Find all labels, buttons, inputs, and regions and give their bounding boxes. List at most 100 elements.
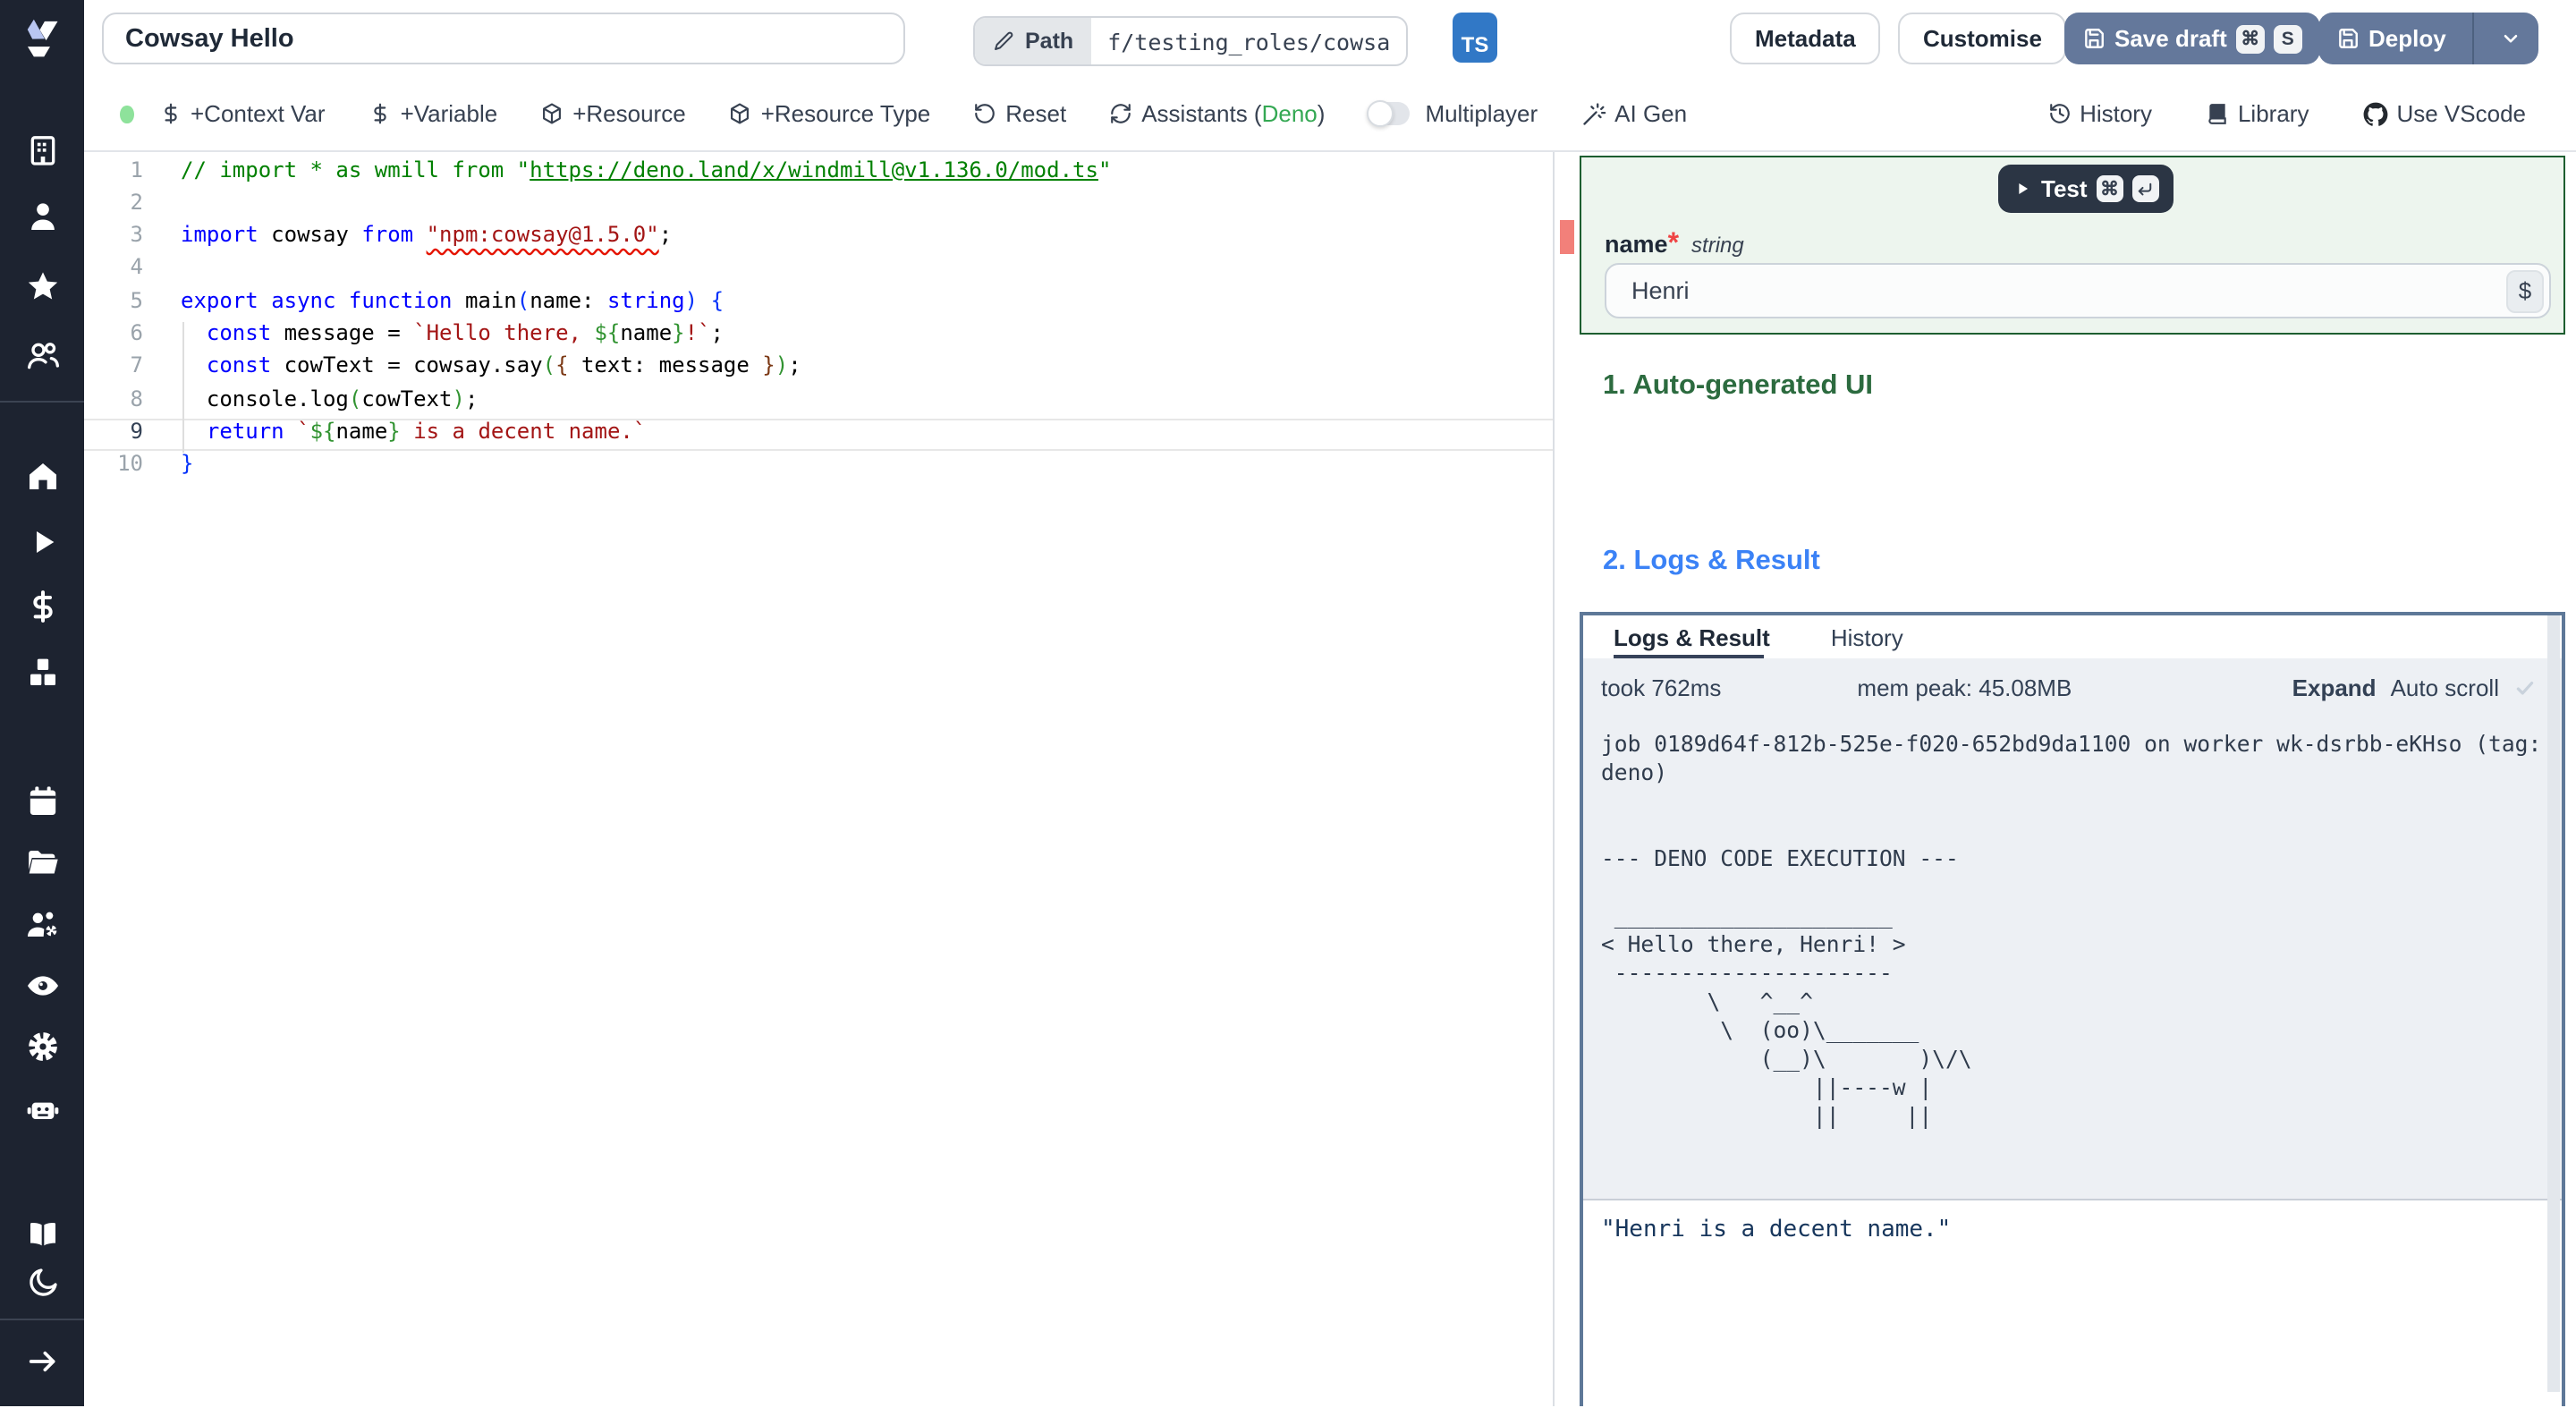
refresh-icon [1111, 104, 1131, 123]
error-overview-marker [1559, 219, 1574, 253]
code-line[interactable]: 4 [84, 255, 1553, 288]
sidebar-item-calendar[interactable] [24, 784, 60, 819]
cmd-key-badge: ⌘ [2235, 24, 2265, 53]
folder-open-icon [28, 851, 57, 874]
sidebar-item-star[interactable] [24, 268, 60, 304]
add-resource-type-button[interactable]: +Resource Type [729, 100, 930, 127]
windmill-script-editor: Path f/testing_roles/cowsa TS Metadata C… [0, 0, 2576, 1408]
library-button[interactable]: Library [2206, 100, 2309, 127]
code-line[interactable]: 1// import * as wmill from "https://deno… [84, 157, 1553, 190]
dollar-icon [373, 103, 386, 124]
line-number: 5 [130, 287, 143, 313]
user-icon [30, 203, 54, 230]
sidebar-item-user[interactable] [24, 199, 60, 234]
line-number: 6 [130, 319, 143, 345]
sidebar-item-boxes[interactable] [24, 655, 60, 691]
line-number: 8 [130, 386, 143, 411]
line-number: 3 [130, 222, 143, 248]
line-number: 4 [130, 254, 143, 280]
code-line[interactable]: 7 const cowText = cowsay.say({ text: mes… [84, 353, 1553, 386]
sidebar-item-user-cog[interactable] [24, 907, 60, 943]
line-number: 9 [130, 418, 143, 444]
code-editor[interactable]: 1// import * as wmill from "https://deno… [84, 152, 1580, 1406]
metadata-button[interactable]: Metadata [1730, 13, 1881, 64]
sidebar-item-home[interactable] [24, 458, 60, 494]
code-line[interactable]: 6 const message = `Hello there, ${name}!… [84, 320, 1553, 353]
path-button[interactable]: Path f/testing_roles/cowsa [973, 16, 1409, 66]
home-icon [29, 463, 55, 489]
calendar-icon [29, 786, 55, 815]
arg-type-label: string [1691, 233, 1744, 258]
editor-panel-divider[interactable] [1553, 152, 1555, 1406]
play-icon [2019, 182, 2029, 195]
deploy-dropdown-button[interactable] [2484, 27, 2539, 50]
boxes-icon [30, 658, 55, 685]
sidebar-item-building[interactable] [24, 132, 60, 168]
status-dot [120, 105, 133, 123]
autoscroll-toggle[interactable]: Auto scroll [2391, 674, 2499, 700]
arg-input-field: $ [1605, 263, 2551, 318]
assistants-button[interactable]: Assistants (Deno) [1109, 100, 1325, 127]
sidebar-item-folder-open[interactable] [24, 844, 60, 880]
sidebar-item-users[interactable] [24, 338, 60, 374]
path-value[interactable]: f/testing_roles/cowsa [1091, 18, 1406, 64]
history-button[interactable]: History [2047, 100, 2152, 127]
save-icon [2336, 27, 2360, 50]
add-context-var-button[interactable]: +Context Var [158, 100, 326, 127]
dollar-icon [32, 590, 52, 623]
users-icon [27, 343, 58, 369]
log-output[interactable]: job 0189d64f-812b-525e-f020-652bd9da1100… [1583, 716, 2562, 1199]
customise-button[interactable]: Customise [1898, 13, 2067, 64]
code-line[interactable]: 8 console.log(cowText); [84, 386, 1553, 419]
enter-key-badge [2131, 175, 2159, 202]
sidebar-item-eye[interactable] [24, 968, 60, 1004]
sidebar-item-moon[interactable] [24, 1265, 60, 1301]
eye-icon [27, 976, 57, 996]
sidebar-item-gear[interactable] [24, 1029, 60, 1064]
result-pane: "Henri is a decent name." [1583, 1199, 2562, 1408]
sidebar-item-dollar[interactable] [24, 589, 60, 624]
result-value[interactable]: "Henri is a decent name." [1583, 1200, 2562, 1260]
gear-icon [28, 1032, 56, 1061]
add-variable-button[interactable]: +Variable [369, 100, 497, 127]
ai-gen-button[interactable]: AI Gen [1580, 100, 1687, 127]
sidebar-item-arrow-right[interactable] [24, 1344, 60, 1379]
reset-button[interactable]: Reset [973, 100, 1066, 127]
code-line[interactable]: 5 export async function main(name: string… [84, 287, 1553, 320]
active-tab-underline [1614, 654, 1764, 658]
multiplayer-label: Multiplayer [1425, 100, 1538, 127]
user-cog-icon [27, 912, 56, 937]
code-line[interactable]: 3 import cowsay from "npm:cowsay@1.5.0"; [84, 222, 1553, 255]
code-line[interactable]: 9 return `${name} is a decent name.` [84, 419, 1553, 452]
button-divider [2472, 13, 2475, 64]
dollar-icon [164, 103, 176, 124]
line-number: 1 [130, 157, 143, 182]
log-stats-bar: took 762ms mem peak: 45.08MB Expand Auto… [1583, 658, 2562, 716]
assistants-lang: Deno [1261, 100, 1318, 127]
code-line[interactable]: 10} [84, 451, 1553, 484]
history-icon [2049, 104, 2069, 123]
sidebar [0, 0, 84, 1406]
path-label: Path [1025, 29, 1074, 54]
sidebar-item-play[interactable] [24, 524, 60, 560]
windmill-logo-icon[interactable] [20, 16, 64, 61]
deploy-button[interactable]: Deploy [2318, 13, 2539, 64]
sidebar-item-bot[interactable] [24, 1091, 60, 1127]
name-arg-input[interactable] [1606, 265, 2549, 317]
add-resource-button[interactable]: +Resource [540, 100, 686, 127]
test-button[interactable]: Test ⌘ [1998, 165, 2174, 213]
save-draft-button[interactable]: Save draft ⌘ S [2064, 13, 2320, 64]
multiplayer-toggle[interactable] [1366, 100, 1410, 127]
use-vscode-button[interactable]: Use VScode [2362, 100, 2526, 127]
tab-logs-result[interactable]: Logs & Result [1614, 623, 1770, 650]
expand-button[interactable]: Expand [2292, 674, 2377, 700]
sidebar-item-book-open[interactable] [24, 1217, 60, 1252]
sidebar-divider [0, 401, 84, 403]
logs-scrollbar[interactable] [2547, 615, 2560, 1392]
tab-history[interactable]: History [1831, 623, 1903, 650]
logs-tabbar: Logs & Result History [1583, 615, 2562, 658]
insert-variable-button[interactable]: $ [2506, 269, 2544, 312]
code-line[interactable]: 2 [84, 190, 1553, 223]
preview-panel: name* string $ Test ⌘ 1. Auto-generated … [1580, 152, 2576, 1408]
script-title-input[interactable] [102, 13, 905, 64]
